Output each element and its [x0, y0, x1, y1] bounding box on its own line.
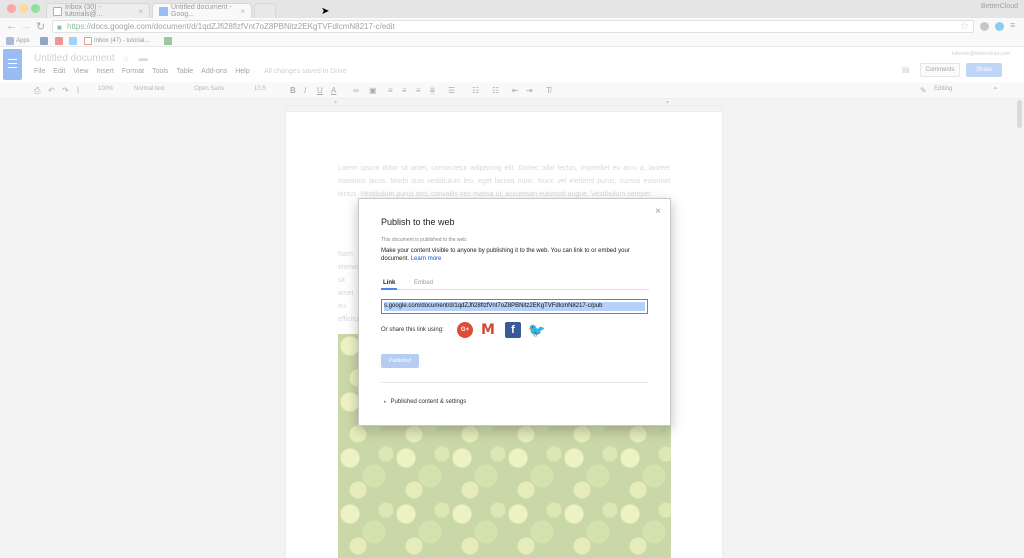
- published-button[interactable]: Published: [381, 354, 419, 368]
- tab-embed[interactable]: Embed: [414, 280, 433, 286]
- mouse-cursor-icon: ➤: [321, 6, 330, 17]
- facebook-icon[interactable]: f: [505, 322, 521, 338]
- dialog-title: Publish to the web: [381, 217, 455, 227]
- share-label: Or share this link using:: [381, 327, 444, 333]
- divider: [381, 382, 649, 383]
- published-link-text: s.google.com/document/d/1qdZJfi28flzfVnt…: [384, 302, 645, 311]
- twitter-icon[interactable]: 🐦: [528, 322, 546, 338]
- learn-more-link[interactable]: Learn more: [411, 256, 442, 262]
- publish-to-web-dialog: × Publish to the web This document is pu…: [358, 198, 671, 426]
- settings-label: Published content & settings: [390, 399, 467, 405]
- gmail-icon[interactable]: M: [480, 322, 496, 338]
- published-settings-toggle[interactable]: ▸ Published content & settings: [384, 399, 466, 405]
- close-icon[interactable]: ×: [655, 206, 661, 217]
- published-link-field[interactable]: s.google.com/document/d/1qdZJfi28flzfVnt…: [381, 299, 648, 314]
- dialog-tabs: Link Embed: [381, 279, 649, 290]
- tab-link[interactable]: Link: [381, 280, 398, 290]
- google-plus-icon[interactable]: G+: [457, 322, 473, 338]
- publish-status: This document is published to the web.: [381, 237, 468, 243]
- expand-arrow-icon: ▸: [384, 399, 387, 405]
- dialog-description: Make your content visible to anyone by p…: [381, 247, 651, 263]
